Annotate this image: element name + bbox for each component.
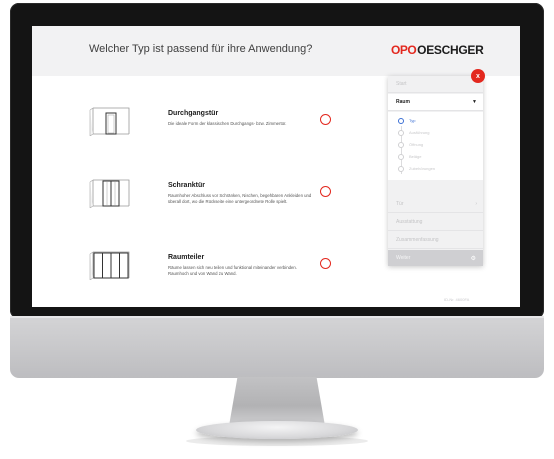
monitor-chin [10, 316, 544, 378]
step-dot-icon [398, 129, 404, 136]
chevron-right-icon: › [475, 201, 477, 207]
step-dot-icon [398, 165, 404, 172]
step-label: Beläge [409, 154, 422, 159]
next-button[interactable]: Weiter ⚙ [388, 250, 483, 266]
gear-icon: ⚙ [470, 255, 476, 262]
option-radio[interactable] [320, 186, 331, 197]
step-ausfuehrung[interactable]: Ausführung [398, 128, 429, 137]
chevron-down-icon: ▼ [472, 99, 477, 105]
configurator-panel: Start Raum ▼ Typ Ausführung Öffnung Belä… [388, 76, 483, 266]
room-divider-icon [89, 251, 130, 280]
panel-zusammenfassung-label: Zusammenfassung [396, 237, 439, 243]
panel-door-dropdown[interactable]: Tür › [388, 196, 483, 213]
option-raumteiler[interactable]: Raumteiler Räume lassen sich neu teilen … [89, 250, 359, 294]
page-header: Welcher Typ ist passend für ihre Anwendu… [32, 26, 520, 76]
step-oeffnung[interactable]: Öffnung [398, 140, 423, 149]
option-radio[interactable] [320, 114, 331, 125]
step-zubehoer[interactable]: Zubehörungen [398, 164, 435, 173]
step-dot-icon [398, 153, 404, 160]
page-title: Welcher Typ ist passend für ihre Anwendu… [89, 43, 313, 55]
panel-ausstattung-label: Ausstattung [396, 219, 423, 225]
panel-zusammenfassung[interactable]: Zusammenfassung [388, 232, 483, 249]
step-label: Typ [409, 118, 416, 123]
cabinet-door-icon [89, 179, 130, 208]
step-typ[interactable]: Typ [398, 116, 415, 125]
option-title: Durchgangstür [168, 110, 219, 117]
next-button-label: Weiter [396, 255, 411, 261]
option-description: Räume lassen sich neu teilen und funktio… [168, 265, 297, 276]
panel-steps: Typ Ausführung Öffnung Beläge Zubehörung… [388, 112, 483, 180]
brand-mark: OPO [391, 43, 417, 57]
panel-door-label: Tür [396, 201, 404, 207]
brand-logo[interactable]: OPO OESCHGER [391, 43, 484, 57]
close-button[interactable]: x [471, 69, 485, 83]
option-title: Schranktür [168, 182, 205, 189]
option-schranktuer[interactable]: Schranktür Raumhoher Abschluss vor Schrä… [89, 178, 359, 222]
panel-ausstattung[interactable]: Ausstattung [388, 214, 483, 231]
option-title: Raumteiler [168, 254, 205, 261]
monitor-stand-foot [196, 421, 358, 439]
step-dot-icon [398, 141, 404, 148]
panel-room-label: Raum [396, 99, 410, 105]
option-radio[interactable] [320, 258, 331, 269]
screen: Welcher Typ ist passend für ihre Anwendu… [32, 26, 520, 307]
step-belaege[interactable]: Beläge [398, 152, 421, 161]
step-dot-icon [398, 117, 404, 124]
step-label: Zubehörungen [409, 166, 436, 171]
option-durchgangstuer[interactable]: Durchgangstür Die ideale Form der klassi… [89, 106, 359, 150]
footer-note: ID-Nr. 4600FA [444, 297, 470, 302]
panel-start-label: Start [396, 81, 407, 87]
panel-start[interactable]: Start [388, 76, 483, 93]
monitor-stand-neck [229, 377, 325, 425]
option-description: Die ideale Form der klassischen Durchgan… [168, 121, 287, 126]
brand-name: OESCHGER [417, 43, 484, 57]
step-label: Öffnung [409, 142, 424, 147]
panel-room-dropdown[interactable]: Raum ▼ [388, 94, 483, 111]
step-label: Ausführung [409, 130, 430, 135]
option-description: Raumhoher Abschluss vor Schränken, Nisch… [168, 193, 312, 204]
single-door-icon [89, 107, 130, 136]
